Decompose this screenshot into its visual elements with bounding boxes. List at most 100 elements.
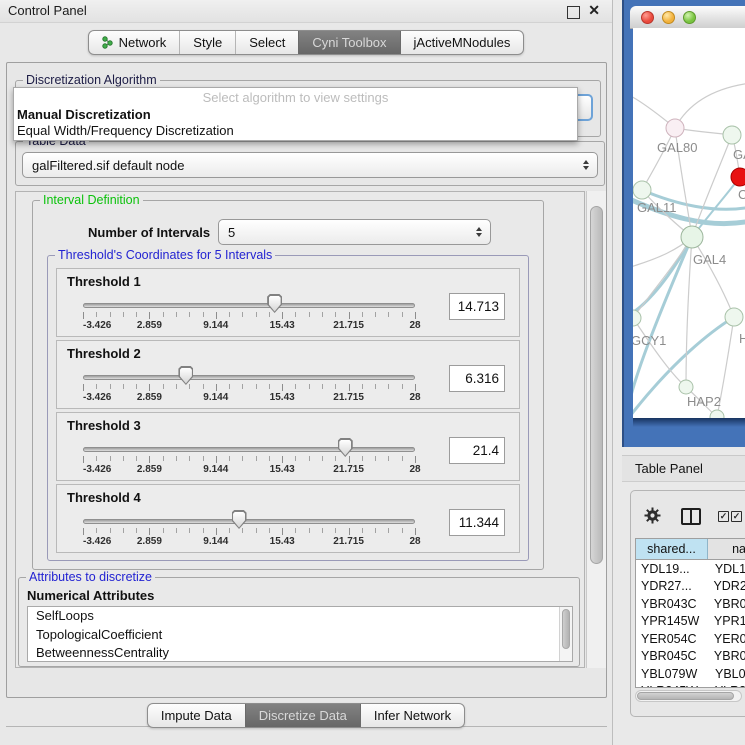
table-row[interactable]: YBL079WYBL0 [636,665,745,683]
threshold-panel: Threshold 1 -3.4262.8599.14415.4321.7152… [56,268,520,337]
tab-label: Discretize Data [259,708,347,723]
network-edge[interactable] [633,318,686,387]
tab-jactivemnodules[interactable]: jActiveMNodules [400,31,524,54]
table-row[interactable]: YDR27...YDR2 [636,578,745,596]
control-panel-title: Control Panel [8,3,87,18]
node-attribute-table: shared... na YDL19...YDL1YDR27...YDR2YBR… [635,538,745,688]
network-node-GAL11[interactable] [633,181,651,199]
slider-tick [216,312,217,319]
network-node-GA[interactable] [723,126,741,144]
threshold-slider-track[interactable] [83,375,415,380]
table-row[interactable]: YBR043CYBR0 [636,595,745,613]
network-edge[interactable] [642,128,675,190]
column-header-name[interactable]: na [708,539,745,559]
slider-tick [123,312,124,317]
slider-tick [269,384,270,389]
threshold-panel: Threshold 2 -3.4262.8599.14415.4321.7152… [56,340,520,409]
number-of-intervals-label: Number of Intervals [88,225,210,240]
slider-tick [136,456,137,461]
zoom-window-button[interactable] [683,11,696,24]
threshold-slider-track[interactable] [83,303,415,308]
tab-network[interactable]: Network [89,31,180,54]
threshold-slider-track[interactable] [83,447,415,452]
slider-tick [295,528,296,533]
threshold-slider-knob[interactable] [267,294,282,313]
algorithm-option-equal-width[interactable]: Equal Width/Frequency Discretization [17,123,234,138]
slider-tick-label: 9.144 [203,464,228,475]
split-panel-icon[interactable] [681,508,701,525]
attribute-list-item[interactable]: TopologicalCoefficient [28,626,572,645]
slider-tick [295,384,296,389]
tab-cyni-toolbox[interactable]: Cyni Toolbox [298,31,399,54]
threshold-value-field[interactable]: 21.4 [449,437,505,464]
threshold-value-field[interactable]: 6.316 [449,365,505,392]
slider-tick [216,384,217,391]
attribute-list-item[interactable]: SelfLoops [28,607,572,626]
close-window-button[interactable] [641,11,654,24]
slider-tick [229,528,230,533]
column-header-shared-name[interactable]: shared... [636,539,708,559]
network-edge[interactable] [675,83,745,128]
number-of-intervals-combobox[interactable]: 5 [218,219,491,245]
attributes-list-scrollbar[interactable] [559,607,572,661]
network-graph[interactable]: GAL80GACGAL11GAL4GCY1HHAP2 [633,28,745,418]
threshold-value-field[interactable]: 11.344 [449,509,505,536]
float-panel-icon[interactable] [567,6,580,19]
gear-icon[interactable] [644,507,661,524]
scrollbar-thumb[interactable] [637,692,734,700]
threshold-slider-knob[interactable] [232,510,247,529]
slider-tick [256,528,257,533]
tab-style[interactable]: Style [179,31,235,54]
network-node-H[interactable] [725,308,743,326]
network-node-GCY1[interactable] [633,310,641,326]
table-row[interactable]: YPR145WYPR1 [636,613,745,631]
checkbox-icon[interactable]: ✓ [731,511,742,522]
threshold-value-field[interactable]: 14.713 [449,293,505,320]
table-row[interactable]: YBR045CYBR0 [636,648,745,666]
tab-discretize-data[interactable]: Discretize Data [245,704,360,727]
network-node-C[interactable] [731,168,745,186]
algorithm-placeholder-item[interactable]: Select algorithm to view settings [14,90,577,105]
network-edge[interactable] [692,237,734,317]
network-node-GAL4[interactable] [681,226,703,248]
slider-tick [96,312,97,317]
slider-tick [203,384,204,389]
scrollbar-thumb[interactable] [562,609,570,649]
scrollbar-thumb[interactable] [590,206,603,564]
table-data-combobox[interactable]: galFiltered.sif default node [22,152,598,178]
network-node-HAP2[interactable] [679,380,693,394]
slider-tick [415,312,416,319]
cell-name: YBL0 [708,667,745,681]
network-edge[interactable] [686,237,692,387]
algorithm-option-manual[interactable]: Manual Discretization [17,107,151,122]
attribute-list-item[interactable]: BetweennessCentrality [28,644,572,662]
slider-tick [388,312,389,317]
cell-shared-name: YBL079W [636,667,708,681]
settings-vertical-scrollbar[interactable] [586,191,606,668]
table-row[interactable]: YER054CYER0 [636,630,745,648]
network-node-GAL80[interactable] [666,119,684,137]
table-row[interactable]: YDL19...YDL1 [636,560,745,578]
slider-ticks [83,312,415,319]
network-window-titlebar[interactable] [630,6,745,29]
minimize-window-button[interactable] [662,11,675,24]
tab-infer-network[interactable]: Infer Network [360,704,464,727]
tab-impute-data[interactable]: Impute Data [148,704,245,727]
tab-select[interactable]: Select [235,31,298,54]
slider-tick-label: 2.859 [137,536,162,547]
slider-tick [149,456,150,463]
slider-tick [203,312,204,317]
network-node-unnamed[interactable] [710,410,724,418]
close-panel-icon[interactable]: ✕ [588,2,600,19]
checkbox-icon[interactable]: ✓ [718,511,729,522]
slider-tick [269,528,270,533]
table-row[interactable]: YLR345WYLR3 [636,683,745,689]
slider-tick-label: 9.144 [203,392,228,403]
slider-tick [229,456,230,461]
network-canvas[interactable]: GAL80GACGAL11GAL4GCY1HHAP2 [633,28,745,418]
threshold-slider-knob[interactable] [178,366,193,385]
threshold-slider-knob[interactable] [338,438,353,457]
threshold-slider-track[interactable] [83,519,415,524]
algorithm-dropdown-popup: Select algorithm to view settings Manual… [13,87,578,141]
table-horizontal-scrollbar[interactable] [635,690,742,702]
